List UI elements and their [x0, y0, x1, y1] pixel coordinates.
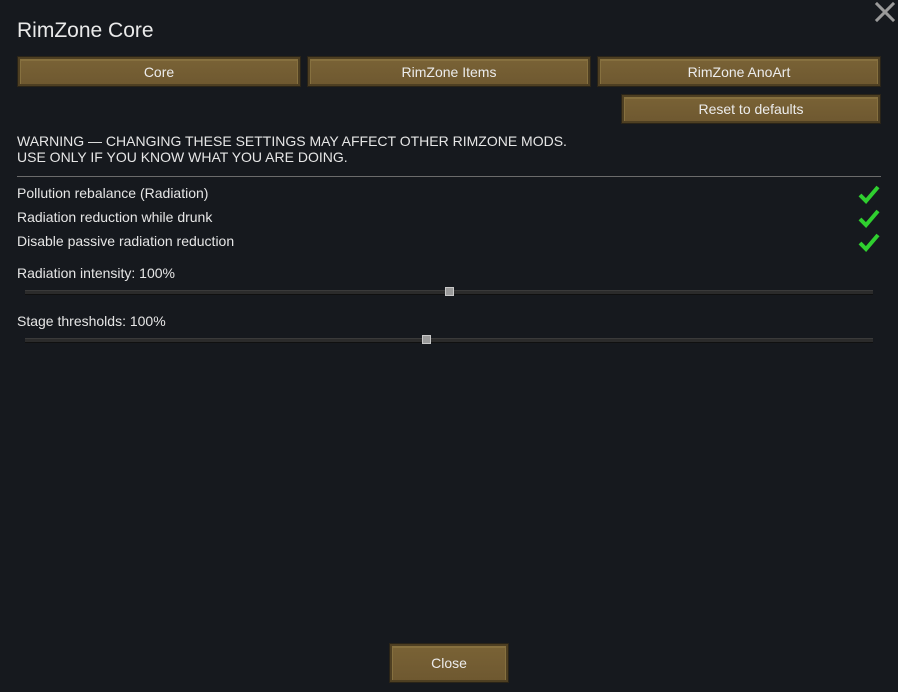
checkmark-icon[interactable] [857, 230, 881, 254]
radiation-intensity-slider[interactable] [25, 287, 873, 296]
toggle-disable-passive-reduction[interactable]: Disable passive radiation reduction [17, 233, 881, 257]
warning-line-2: USE ONLY IF YOU KNOW WHAT YOU ARE DOING. [17, 149, 348, 165]
window-title: RimZone Core [17, 19, 154, 42]
divider [17, 176, 881, 177]
reset-to-defaults-button[interactable]: Reset to defaults [621, 94, 881, 124]
toggle-label: Pollution rebalance (Radiation) [17, 185, 209, 201]
tab-rimzone-items[interactable]: RimZone Items [307, 56, 591, 87]
toggle-label: Disable passive radiation reduction [17, 233, 235, 249]
tab-core[interactable]: Core [17, 56, 301, 87]
slider-handle[interactable] [422, 335, 431, 344]
close-icon[interactable] [873, 0, 897, 24]
radiation-intensity-label: Radiation intensity: 100% [17, 265, 175, 281]
stage-thresholds-slider[interactable] [25, 335, 873, 344]
tab-rimzone-anoart[interactable]: RimZone AnoArt [597, 56, 881, 87]
slider-handle[interactable] [445, 287, 454, 296]
toggle-pollution-rebalance[interactable]: Pollution rebalance (Radiation) [17, 185, 881, 209]
toggle-radiation-reduction-drunk[interactable]: Radiation reduction while drunk [17, 209, 881, 233]
checkmark-icon[interactable] [857, 182, 881, 206]
toggle-label: Radiation reduction while drunk [17, 209, 213, 225]
warning-text: WARNING — CHANGING THESE SETTINGS MAY AF… [17, 133, 567, 165]
checkmark-icon[interactable] [857, 206, 881, 230]
stage-thresholds-label: Stage thresholds: 100% [17, 313, 166, 329]
close-button[interactable]: Close [389, 643, 509, 683]
warning-line-1: WARNING — CHANGING THESE SETTINGS MAY AF… [17, 133, 567, 149]
